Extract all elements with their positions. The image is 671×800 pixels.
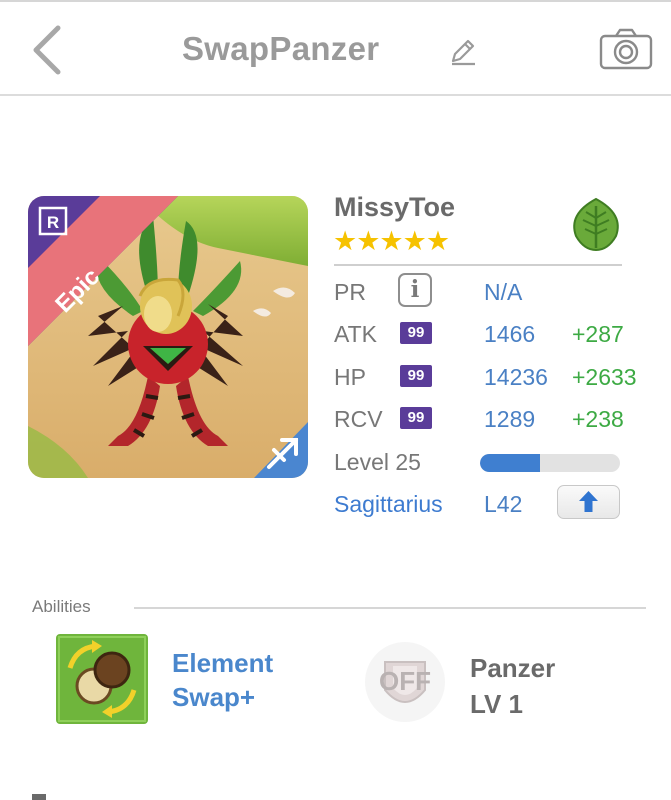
atk-bonus: +287 (572, 321, 624, 347)
ability-name-line2: Swap+ (172, 682, 256, 712)
rarity-corner-letter: R (47, 213, 59, 232)
info-icon: i (410, 276, 420, 303)
rcv-bonus: +238 (572, 406, 624, 432)
panzer-line2: LV 1 (470, 689, 523, 719)
camera-button[interactable] (598, 26, 654, 72)
level-progress-bar (480, 454, 620, 472)
stats-divider (334, 264, 622, 266)
monster-portrait-card[interactable]: R Epic (28, 196, 308, 478)
toggle-off-label: OFF (379, 666, 431, 696)
level-label: Level 25 (334, 449, 421, 475)
leaf-element-icon (566, 196, 626, 252)
rcv-level-badge: 99 (400, 407, 432, 429)
camera-icon (599, 28, 653, 70)
monster-name: MissyToe (334, 192, 456, 222)
panzer-line1: Panzer (470, 653, 556, 683)
abilities-divider (134, 607, 646, 609)
hp-label: HP (334, 364, 366, 390)
ability-name-line1: Element (172, 648, 274, 678)
panzer-off-toggle[interactable]: OFF (358, 640, 452, 724)
abilities-section-label: Abilities (32, 597, 91, 616)
chevron-left-icon (33, 25, 61, 75)
pr-info-button[interactable]: i (398, 273, 432, 307)
panzer-level: Panzer LV 1 (470, 650, 555, 722)
element-swap-ability-icon[interactable] (56, 634, 148, 724)
atk-label: ATK (334, 321, 378, 347)
navigation-bar: SwapPanzer (0, 2, 671, 96)
back-button[interactable] (28, 24, 68, 76)
rarity-stars: ★★★★★ (333, 226, 450, 256)
element-swap-ability-name[interactable]: Element Swap+ (172, 646, 322, 714)
next-section-fragment (32, 794, 46, 800)
rcv-value: 1289 (484, 406, 536, 432)
level-up-button[interactable] (557, 485, 620, 519)
sagittarius-sign-link[interactable]: Sagittarius (334, 491, 443, 518)
page-title: SwapPanzer (182, 30, 380, 67)
arrow-up-icon (579, 491, 598, 512)
edit-name-button[interactable] (448, 36, 478, 66)
pencil-icon (451, 39, 475, 66)
hp-level-badge: 99 (400, 365, 432, 387)
pr-label: PR (334, 279, 366, 305)
hp-value: 14236 (484, 364, 548, 390)
pr-value: N/A (484, 279, 523, 305)
atk-value: 1466 (484, 321, 536, 347)
hp-bonus: +2633 (572, 364, 637, 390)
atk-level-badge: 99 (400, 322, 432, 344)
level-progress-fill (480, 454, 541, 472)
rcv-label: RCV (334, 406, 383, 432)
sign-level-value: L42 (484, 491, 523, 517)
